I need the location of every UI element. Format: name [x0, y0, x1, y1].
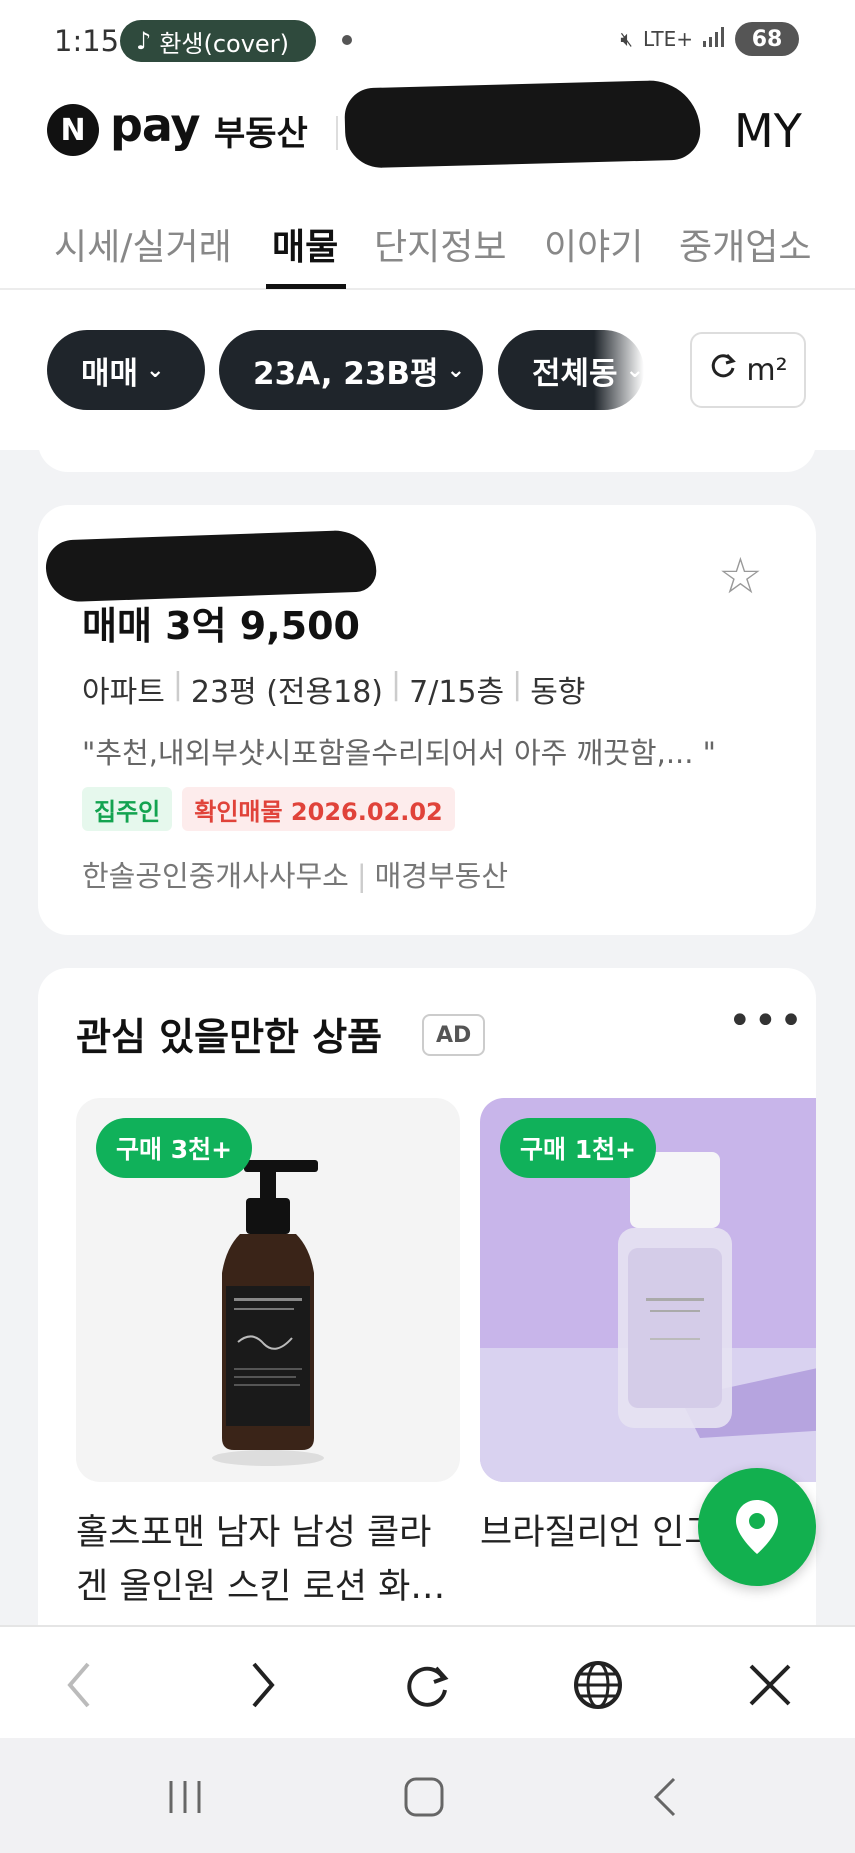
agent-list: 한솔공인중개사사무소 | 매경부동산 [82, 853, 508, 895]
status-bar: 1:15 ♪ 환생(cover) 🔇︎ LTE+ 68 [0, 0, 855, 84]
system-back-icon[interactable] [635, 1772, 695, 1822]
naver-logo-icon[interactable]: N [47, 104, 99, 156]
media-title: 환생(cover) [159, 29, 289, 58]
location-pin-icon [736, 1500, 778, 1554]
notification-dot [342, 35, 352, 45]
purchase-count-badge: 구매 3천+ [96, 1118, 253, 1178]
mute-icon: 🔇︎ [620, 27, 633, 51]
listing-specs: 아파트 | 23평 (전용18) | 7/15층 | 동향 [82, 667, 585, 711]
scroll-fade [594, 320, 644, 420]
agent-name: 한솔공인중개사사무소 [82, 859, 349, 893]
divider: | [391, 667, 402, 702]
agent-name: 매경부동산 [374, 859, 508, 893]
divider: | [512, 667, 523, 702]
home-icon[interactable] [394, 1772, 454, 1822]
reset-unit-button[interactable]: m² [690, 332, 806, 408]
listing-price: 매매 3억 9,500 [82, 604, 360, 648]
ad-tag: AD [422, 1014, 486, 1056]
spec-type: 아파트 [82, 675, 165, 710]
chevron-down-icon: ⌄ [146, 357, 165, 383]
filter-bar: 매매⌄ 23A, 23B평⌄ 전체동⌄ m² [0, 290, 855, 450]
divider: | [172, 667, 183, 702]
tab-complex-info[interactable]: 단지정보 [374, 218, 506, 270]
music-note-icon: ♪ [136, 27, 152, 55]
logo-pay[interactable]: pay [110, 98, 201, 152]
divider: | [356, 859, 367, 893]
signal-icon [703, 26, 725, 52]
tab-bar: 시세/실거래 매물 단지정보 이야기 중개업소 [0, 194, 855, 290]
active-tab-indicator [266, 284, 346, 289]
my-button[interactable]: MY [734, 104, 802, 158]
spec-floor: 7/15층 [409, 675, 505, 710]
ad-section-title: 관심 있을만한 상품 [76, 1015, 383, 1059]
filter-trade-type[interactable]: 매매 ⌄ [47, 330, 205, 410]
product-name[interactable]: 홀츠포맨 남자 남성 콜라겐 올인원 스킨 로션 화… [76, 1506, 460, 1614]
globe-icon[interactable] [570, 1657, 626, 1713]
recents-icon[interactable] [155, 1772, 215, 1822]
battery-icon: 68 [735, 22, 799, 56]
refresh-icon [708, 351, 738, 389]
header-divider [336, 116, 338, 150]
product-card[interactable]: 구매 3천+ [76, 1098, 460, 1482]
chevron-down-icon: ⌄ [446, 357, 466, 383]
filter-label: 매매 [81, 355, 139, 392]
previous-card-edge [38, 430, 816, 472]
product-card[interactable]: 구매 1천+ [480, 1098, 816, 1482]
tab-agencies[interactable]: 중개업소 [679, 218, 811, 270]
status-icons: 🔇︎ LTE+ 68 [620, 22, 799, 56]
media-pill[interactable]: ♪ 환생(cover) [120, 20, 316, 62]
redacted-area [45, 529, 377, 603]
tab-price[interactable]: 시세/실거래 [54, 218, 232, 270]
app-header: N pay 부동산 MY [0, 79, 855, 194]
owner-badge: 집주인 [82, 787, 173, 831]
listing-badges: 집주인 확인매물 2026.02.02 [82, 787, 455, 831]
back-icon[interactable] [52, 1657, 108, 1713]
map-location-button[interactable] [698, 1468, 816, 1586]
redacted-area [344, 79, 701, 169]
more-options-icon[interactable]: ••• [728, 998, 805, 1044]
spec-size: 23평 (전용18) [190, 675, 384, 710]
battery-level: 68 [751, 26, 783, 52]
filter-area[interactable]: 23A, 23B평 ⌄ [219, 330, 483, 410]
purchase-count-badge: 구매 1천+ [500, 1118, 657, 1178]
logo-service[interactable]: 부동산 [214, 106, 308, 155]
verified-badge: 확인매물 2026.02.02 [182, 787, 455, 831]
forward-icon[interactable] [234, 1657, 290, 1713]
filter-label: 23A, 23B평 [253, 355, 439, 392]
area-unit-label: m² [746, 352, 788, 388]
listing-card[interactable]: ☆ 매매 3억 9,500 아파트 | 23평 (전용18) | 7/15층 | 동향… [38, 505, 816, 935]
listing-description: "추천,내외부샷시포함올수리되어서 아주 깨끗함,... " [82, 736, 717, 770]
close-icon[interactable] [742, 1657, 798, 1713]
reload-icon[interactable] [399, 1657, 455, 1713]
browser-toolbar [0, 1625, 855, 1738]
spec-direction: 동향 [530, 675, 586, 710]
network-label: LTE+ [643, 27, 693, 51]
tab-stories[interactable]: 이야기 [544, 218, 643, 270]
favorite-star-icon[interactable]: ☆ [718, 547, 763, 605]
status-time: 1:15 [54, 24, 120, 58]
system-navigation-bar [0, 1738, 855, 1853]
tab-listings[interactable]: 매물 [272, 218, 338, 270]
